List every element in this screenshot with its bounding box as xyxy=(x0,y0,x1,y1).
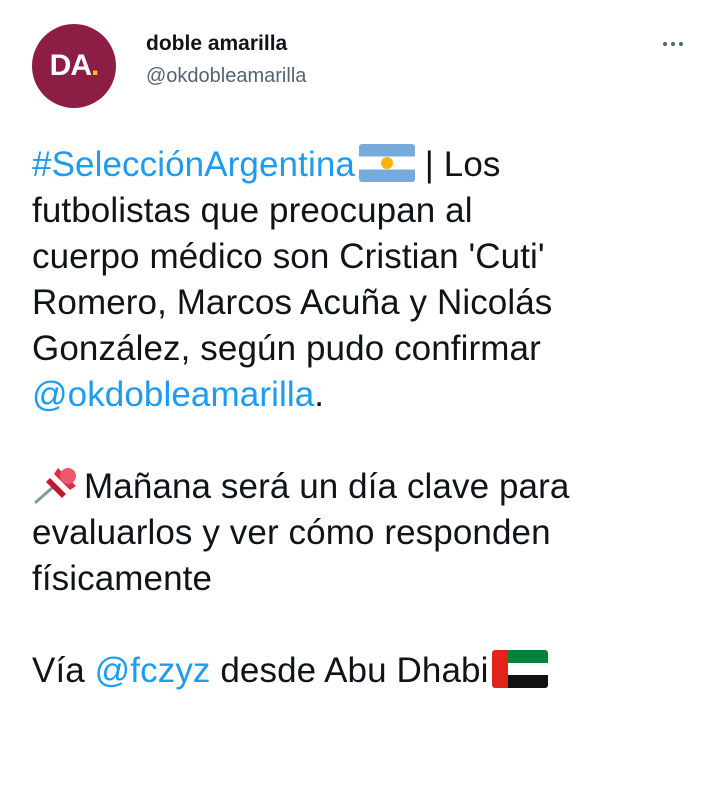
tweet: DA. doble amarilla @okdobleamarilla #Sel… xyxy=(0,0,719,796)
tweet-line: Vía @fczyz desde Abu Dhabi xyxy=(32,648,712,694)
tweet-line: físicamente xyxy=(32,559,213,598)
more-dot xyxy=(679,42,683,46)
tweet-line: futbolistas que preocupan al xyxy=(32,191,473,230)
tweet-header: DA. doble amarilla @okdobleamarilla xyxy=(32,24,695,114)
avatar-logo: DA. xyxy=(49,49,100,83)
tweet-line: evaluarlos y ver cómo responden xyxy=(32,513,551,552)
author-names: doble amarilla @okdobleamarilla xyxy=(146,30,306,90)
avatar-logo-letters: DA xyxy=(49,49,92,82)
tweet-line: cuerpo médico son Cristian 'Cuti' xyxy=(32,237,545,276)
more-icon[interactable] xyxy=(655,32,691,56)
mention-link[interactable]: @okdobleamarilla xyxy=(32,375,314,414)
tweet-line: González, según pudo confirmar xyxy=(32,329,541,368)
author-handle[interactable]: @okdobleamarilla xyxy=(146,62,306,90)
tweet-text: #SelecciónArgentina | Los futbolistas qu… xyxy=(32,142,712,694)
author-display-name[interactable]: doble amarilla xyxy=(146,30,306,58)
uae-flag-icon xyxy=(492,650,549,688)
pushpin-icon xyxy=(34,468,76,504)
tweet-line: #SelecciónArgentina | Los xyxy=(32,142,712,188)
tweet-text-segment: . xyxy=(314,375,325,414)
uae-flag-black xyxy=(508,675,549,688)
uae-flag-red xyxy=(492,650,509,688)
more-dot xyxy=(663,42,667,46)
tweet-text-segment: desde Abu Dhabi xyxy=(210,651,489,690)
avatar-logo-dot: . xyxy=(91,49,99,82)
tweet-line: Romero, Marcos Acuña y Nicolás xyxy=(32,283,553,322)
more-dot xyxy=(671,42,675,46)
tweet-line: Mañana será un día clave para xyxy=(32,464,712,510)
uae-flag-white xyxy=(508,663,549,675)
tweet-text-segment: | Los xyxy=(414,145,501,184)
tweet-line: @okdobleamarilla. xyxy=(32,372,712,418)
uae-flag-green xyxy=(508,650,549,663)
sun-of-may xyxy=(380,157,393,169)
tweet-text-segment: Vía xyxy=(32,651,95,690)
argentina-flag-icon xyxy=(358,144,415,182)
mention-link[interactable]: @fczyz xyxy=(95,651,211,690)
hashtag-link[interactable]: #SelecciónArgentina xyxy=(32,145,355,184)
tweet-text-segment: Mañana será un día clave para xyxy=(84,467,570,506)
avatar[interactable]: DA. xyxy=(32,24,116,108)
